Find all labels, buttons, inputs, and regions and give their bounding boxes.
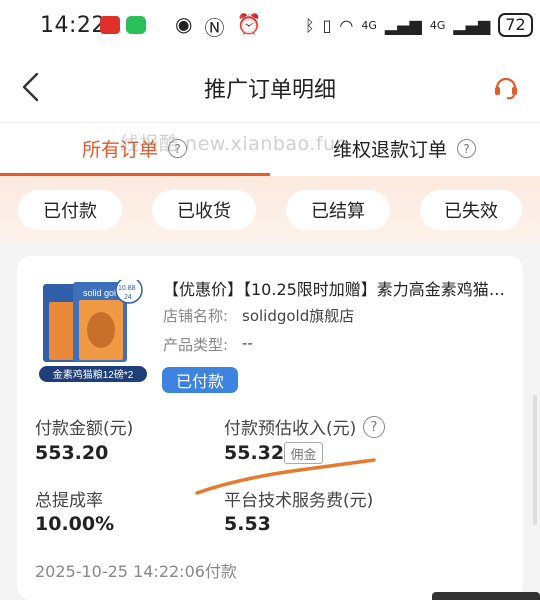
service-fee-value: 5.53: [224, 513, 271, 535]
service-fee-label: 平台技术服务费(元): [224, 491, 374, 511]
vibrate-icon: ▯: [322, 15, 332, 35]
status-filters: 已付款 已收货 已结算 已失效: [0, 176, 540, 242]
nfc-icon: Ⓝ: [204, 16, 225, 40]
wechat-notification-icon: [126, 16, 146, 34]
shop-name: solidgold旗舰店: [242, 307, 355, 325]
filter-invalid[interactable]: 已失效: [420, 190, 522, 230]
svg-text:金素鸡猫粮12磅*2: 金素鸡猫粮12磅*2: [53, 368, 134, 381]
signal-icon: ▂▄▆: [453, 15, 491, 35]
bluetooth-icon: ᛒ: [305, 15, 315, 35]
tab-refund-orders[interactable]: 维权退款订单 ?: [333, 135, 477, 162]
shop-label: 店铺名称:: [163, 307, 229, 325]
page-header: 推广订单明细: [0, 52, 540, 122]
product-title[interactable]: 【优惠价】【10.25限时加赠】素力高金素鸡猫粮12磅*2: [163, 276, 508, 300]
filter-paid[interactable]: 已付款: [18, 190, 122, 230]
rate-label: 总提成率: [35, 491, 103, 511]
alarm-off-icon: ⏰: [236, 12, 262, 36]
status-bar: 14:22 ◉ Ⓝ ⏰ ᛒ ▯ ◠ 4G ▂▄▆ 4G ▂▄▆ 72 ϟ: [0, 0, 540, 52]
svg-text:10.88: 10.88: [118, 285, 136, 292]
headset-icon[interactable]: [493, 74, 519, 100]
type-value: --: [242, 334, 253, 352]
order-card[interactable]: solid gold 10.88 24 金素鸡猫粮12磅*2 【优惠价】【10.…: [17, 256, 523, 600]
pay-amount-value: 553.20: [35, 442, 109, 464]
eye-icon: ◉: [175, 12, 193, 36]
battery-indicator: 72: [498, 13, 533, 37]
product-image[interactable]: solid gold 10.88 24 金素鸡猫粮12磅*2: [39, 280, 147, 384]
help-icon[interactable]: ?: [363, 416, 385, 438]
tab-label: 维权退款订单: [333, 139, 448, 161]
type-label: 产品类型:: [163, 336, 229, 354]
est-income-value: 55.32: [224, 442, 285, 464]
svg-text:24: 24: [124, 294, 132, 301]
clock: 14:22: [40, 13, 106, 38]
app-notification-icon: [100, 16, 120, 34]
est-income-label: 付款预估收入(元): [224, 419, 357, 439]
wifi-icon: ◠: [339, 15, 354, 35]
status-icons-left: ◉ Ⓝ ⏰: [175, 12, 261, 41]
pay-time: 2025-10-25 14:22:06付款: [35, 562, 237, 581]
status-icons-right: ᛒ ▯ ◠ 4G ▂▄▆ 4G ▂▄▆ 72 ϟ: [305, 13, 540, 37]
rate-value: 10.00%: [35, 513, 115, 535]
signal-label-1: 4G: [361, 18, 377, 32]
filter-settled[interactable]: 已结算: [286, 190, 390, 230]
help-icon[interactable]: ?: [457, 139, 477, 158]
signal-icon: ▂▄▆: [384, 15, 422, 35]
bottom-bar: [432, 592, 540, 600]
scrollbar[interactable]: [533, 395, 537, 525]
pay-amount-label: 付款金额(元): [35, 419, 134, 439]
filter-received[interactable]: 已收货: [152, 190, 256, 230]
signal-label-2: 4G: [429, 18, 446, 32]
commission-tag: 佣金: [284, 442, 323, 464]
status-badge: 已付款: [162, 367, 238, 393]
page-title: 推广订单明细: [203, 78, 336, 103]
watermark: 线报酷 new.xianbao.fun: [120, 133, 349, 155]
